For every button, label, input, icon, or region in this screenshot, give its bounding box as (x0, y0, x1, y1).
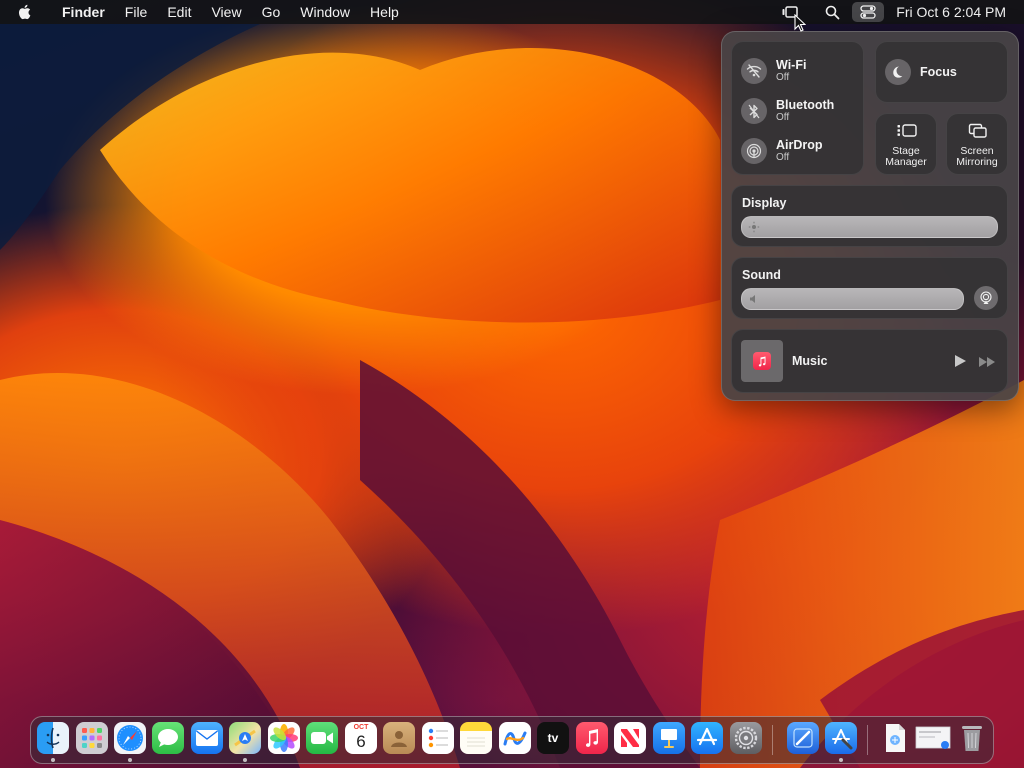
bluetooth-off-icon (741, 98, 767, 124)
wifi-toggle[interactable]: Wi-Fi Off (741, 58, 806, 84)
menu-bar-status-area: Fri Oct 6 2:04 PM (773, 0, 1024, 24)
document-icon[interactable] (879, 722, 911, 754)
apple-logo-icon[interactable] (17, 4, 35, 20)
menu-bar-clock[interactable]: Fri Oct 6 2:04 PM (888, 4, 1024, 20)
screenshot-thumbnail-icon[interactable] (915, 722, 953, 754)
xcode-icon[interactable] (787, 722, 819, 754)
freeform-icon[interactable] (499, 722, 531, 754)
moon-icon (885, 59, 911, 85)
finder-icon[interactable] (37, 722, 69, 754)
display-tile: Display (731, 185, 1008, 247)
display-brightness-slider[interactable] (741, 216, 998, 238)
trash-icon[interactable] (956, 722, 988, 754)
airdrop-status: Off (776, 152, 790, 163)
focus-tile[interactable]: Focus (875, 41, 1008, 103)
focus-label: Focus (920, 65, 957, 79)
messages-icon[interactable] (152, 722, 184, 754)
calendar-day: 6 (356, 732, 366, 751)
contacts-icon[interactable] (383, 722, 415, 754)
sound-tile: Sound (731, 257, 1008, 319)
play-icon[interactable] (954, 354, 967, 373)
calendar-icon[interactable]: OCT 6 (345, 722, 377, 754)
maps-icon[interactable] (229, 722, 261, 754)
screen-mirroring-icon (968, 123, 988, 144)
airplay-audio-icon[interactable] (974, 286, 998, 310)
dock-separator-left (772, 725, 773, 755)
launchpad-icon[interactable] (76, 722, 108, 754)
mouse-pointer-icon (794, 13, 807, 37)
menu-file[interactable]: File (115, 0, 158, 24)
reminders-icon[interactable] (422, 722, 454, 754)
notes-icon[interactable] (460, 722, 492, 754)
wifi-status: Off (776, 72, 790, 83)
bluetooth-toggle[interactable]: Bluetooth Off (741, 98, 834, 124)
menu-window[interactable]: Window (290, 0, 360, 24)
dock-separator-right (867, 725, 868, 755)
airdrop-icon (741, 138, 767, 164)
news-icon[interactable] (614, 722, 646, 754)
wifi-label: Wi-Fi (776, 58, 807, 72)
speaker-icon (748, 292, 760, 310)
airdrop-label: AirDrop (776, 138, 823, 152)
display-title: Display (742, 196, 787, 210)
now-playing-title: Music (792, 354, 828, 368)
fast-forward-icon[interactable] (978, 355, 996, 373)
keynote-icon[interactable] (653, 722, 685, 754)
dock: OCT 6 tv (30, 716, 994, 764)
calendar-month: OCT (353, 724, 369, 731)
stage-manager-tile[interactable]: Stage Manager (875, 113, 937, 175)
app-store-icon[interactable] (691, 722, 723, 754)
facetime-icon[interactable] (306, 722, 338, 754)
xcode-preview-running-indicator (839, 758, 843, 762)
connectivity-tile: Wi-Fi Off Bluetooth Off AirDrop Off (731, 41, 864, 175)
screen-mirroring-label-line2: Mirroring (956, 156, 998, 168)
bluetooth-status: Off (776, 112, 790, 123)
menu-go[interactable]: Go (252, 0, 291, 24)
mail-icon[interactable] (191, 722, 223, 754)
brightness-icon (748, 220, 760, 238)
menu-view[interactable]: View (201, 0, 251, 24)
photos-icon[interactable] (268, 722, 300, 754)
tv-icon[interactable]: tv (537, 722, 569, 754)
tv-label: tv (547, 731, 559, 745)
xcode-blue-icon[interactable] (825, 722, 857, 754)
system-settings-icon[interactable] (730, 722, 762, 754)
maps-running-indicator (243, 758, 247, 762)
sound-volume-slider[interactable] (741, 288, 964, 310)
bluetooth-label: Bluetooth (776, 98, 835, 112)
safari-icon[interactable] (114, 722, 146, 754)
menu-app-name[interactable]: Finder (52, 0, 115, 24)
control-center-icon[interactable] (852, 2, 885, 22)
wifi-off-icon (741, 58, 767, 84)
safari-running-indicator (128, 758, 132, 762)
control-center-panel: Wi-Fi Off Bluetooth Off AirDrop Off Focu… (721, 31, 1019, 401)
stage-manager-label-line2: Manager (885, 156, 927, 168)
menu-edit[interactable]: Edit (157, 0, 201, 24)
screen-mirroring-tile[interactable]: Screen Mirroring (946, 113, 1008, 175)
music-artwork (741, 340, 783, 382)
menu-help[interactable]: Help (360, 0, 409, 24)
sound-title: Sound (742, 268, 781, 282)
menu-bar: Finder File Edit View Go Window Help Fri… (0, 0, 1024, 24)
finder-running-indicator (51, 758, 55, 762)
airdrop-toggle[interactable]: AirDrop Off (741, 138, 823, 164)
stage-manager-tile-icon (896, 123, 918, 144)
music-icon (753, 352, 771, 370)
music-icon[interactable] (576, 722, 608, 754)
spotlight-search-icon[interactable] (817, 0, 848, 24)
now-playing-tile: Music (731, 329, 1008, 393)
